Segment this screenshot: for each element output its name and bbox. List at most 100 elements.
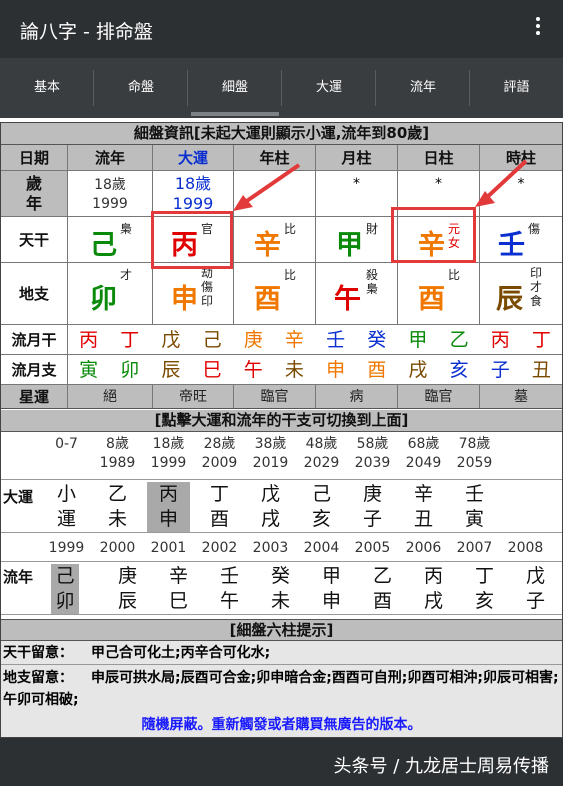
- branch-char: 酉: [254, 284, 281, 315]
- dayun-pillar[interactable]: 乙 未: [96, 482, 139, 532]
- liuyue-zhi-label: 流月支: [1, 355, 68, 384]
- dizhi-tip-text: 申辰可拱水局;辰酉可合金;卯申暗合金;酉酉可自刑;卯酉可相沖;卯辰可相害;午卯可…: [3, 670, 559, 708]
- dizhi-row: 地支 卯 才 申 劫 傷 印 酉 比 午 殺 梟 酉 比 辰 印 才 食: [1, 263, 562, 325]
- month-branch: 未: [284, 359, 304, 381]
- month-stem: 己: [202, 329, 222, 351]
- dizhi-cell[interactable]: 辰 印 才 食: [480, 263, 562, 324]
- liunian-year: 2000: [99, 540, 136, 556]
- active-tab-indicator: [191, 112, 279, 116]
- stem-char: 辛: [254, 230, 281, 261]
- tab-liunian[interactable]: 流年: [376, 58, 470, 118]
- detail-header: 細盤資訊[未起大運則顯示小運,流年到80歲]: [1, 123, 562, 145]
- dayun-pillar[interactable]: 丁 酉: [198, 482, 241, 532]
- liunian-pillar[interactable]: 癸 未: [259, 564, 302, 614]
- detail-sheet: 細盤資訊[未起大運則顯示小運,流年到80歲] 日期 流年 大運 年柱 月柱 日柱…: [0, 122, 563, 738]
- dizhi-cell[interactable]: 酉 比: [234, 263, 316, 324]
- stem-god: 梟: [120, 222, 133, 236]
- month-stem: 丁: [120, 329, 140, 351]
- dayun-pillar[interactable]: 己 亥: [300, 482, 343, 532]
- branch-gods: 比: [448, 268, 461, 282]
- month-branch: 申: [326, 359, 346, 381]
- month-stem: 壬: [326, 329, 346, 351]
- liunian-year: 2002: [201, 540, 238, 556]
- xingyun-value: 墓: [514, 389, 528, 405]
- branch-gods: 才: [120, 268, 133, 282]
- more-options-icon[interactable]: [533, 14, 543, 42]
- tab-label: 流年: [409, 80, 436, 95]
- liunian-pillar[interactable]: 辛 巳: [157, 564, 200, 614]
- month-branch: 卯: [120, 359, 140, 381]
- liunian-pillar[interactable]: 庚 辰: [106, 564, 149, 614]
- liunian-pillar[interactable]: 丁 亥: [463, 564, 506, 614]
- tab-label: 評語: [503, 80, 530, 95]
- branch-char: 卯: [90, 284, 117, 315]
- app-bar: 論八字 - 排命盤: [0, 0, 563, 58]
- month-branch: 寅: [79, 359, 99, 381]
- liunian-year: 2006: [405, 540, 442, 556]
- tab-label: 基本: [33, 80, 60, 95]
- dayun-age: 78歲 2059: [456, 436, 493, 471]
- col-hour: 時柱: [505, 149, 536, 167]
- dayun-pillar[interactable]: 庚 子: [351, 482, 394, 532]
- hour-age: *: [517, 176, 525, 192]
- dayun-pillar[interactable]: 辛 丑: [402, 482, 445, 532]
- dizhi-cell[interactable]: 酉 比: [398, 263, 480, 324]
- col-date: 日期: [1, 145, 68, 170]
- tiangan-label: 天干: [1, 217, 68, 262]
- liunian-year: 2007: [456, 540, 493, 556]
- month-age: *: [316, 171, 398, 216]
- liunian-year: 1999: [48, 540, 85, 556]
- month-stem: 丙: [490, 329, 510, 351]
- tiangan-cell[interactable]: 甲 財: [316, 217, 398, 262]
- liunian-pillar[interactable]: 乙 酉: [361, 564, 404, 614]
- tiangan-cell[interactable]: 己 梟: [68, 217, 153, 262]
- col-liunian: 流年: [68, 145, 153, 170]
- liunian-pillar[interactable]: 丙 戌: [412, 564, 455, 614]
- tiangan-row: 天干 己 梟 丙 官 辛 比 甲 財 辛 元 女 壬 傷: [1, 217, 562, 263]
- liunian-pillars-row: 流年 己 卯庚 辰辛 巳壬 午癸 未甲 申乙 酉丙 戌丁 亥戊 子: [1, 561, 562, 615]
- month-stem: 丁: [531, 329, 551, 351]
- dayun-ages-row: 0-7 8歲 1989 18歲 1999 28歲 2009 38歲 2019 48歲 20…: [1, 435, 562, 477]
- tab-basic[interactable]: 基本: [0, 58, 94, 118]
- tab-detail[interactable]: 細盤: [188, 58, 282, 118]
- xingyun-value: 絕: [68, 385, 153, 408]
- age-label: 歲 年: [1, 171, 68, 216]
- tiangan-cell[interactable]: 壬 傷: [480, 217, 562, 262]
- liunian-pillar[interactable]: 戊 子: [514, 564, 557, 614]
- dayun-age: 58歲 2039: [354, 436, 391, 471]
- stem-char: 壬: [498, 230, 525, 261]
- tiangan-tip-text: 甲己合可化土;丙辛合可化水;: [91, 645, 271, 661]
- tiangan-cell[interactable]: 辛 比: [234, 217, 316, 262]
- dayun-pillar[interactable]: 戊 戌: [249, 482, 292, 532]
- tab-chart[interactable]: 命盤: [94, 58, 188, 118]
- liunian-pillar[interactable]: 壬 午: [208, 564, 251, 614]
- month-stem: 甲: [408, 329, 428, 351]
- month-branch: 酉: [367, 359, 387, 381]
- branch-gods: 比: [284, 268, 297, 282]
- tab-comment[interactable]: 評語: [470, 58, 563, 118]
- tips-header: [細盤六柱提示]: [1, 619, 562, 641]
- liunian-years-row: 1999 2000 2001 2002 2003 2004 2005 2006 2007 2008: [1, 536, 562, 560]
- app-title: 論八字 - 排命盤: [20, 21, 153, 43]
- col-year: 年柱: [234, 145, 316, 170]
- highlight-box-dayun: [151, 211, 233, 269]
- dizhi-cell[interactable]: 卯 才: [68, 263, 153, 324]
- xingyun-row: 星運 絕 帝旺 臨官 病 臨官 墓: [1, 385, 562, 409]
- dayun-pillar[interactable]: 小 運: [45, 482, 88, 532]
- dayun-age: 68歲 2049: [405, 436, 442, 471]
- dayun-pillar[interactable]: 壬 寅: [453, 482, 496, 532]
- xingyun-value: 臨官: [234, 385, 316, 408]
- month-stem: 丙: [79, 329, 99, 351]
- dizhi-cell[interactable]: 午 殺 梟: [316, 263, 398, 324]
- liunian-pillar[interactable]: 甲 申: [310, 564, 353, 614]
- liunian-year: 2004: [303, 540, 340, 556]
- xingyun-value: 臨官: [398, 385, 480, 408]
- liunian-pillar[interactable]: 己 卯: [51, 564, 79, 614]
- stem-god: 傷: [528, 222, 541, 236]
- liunian-year: 2005: [354, 540, 391, 556]
- dizhi-cell[interactable]: 申 劫 傷 印: [153, 263, 234, 324]
- month-stem: 戊: [161, 329, 181, 351]
- ad-notice[interactable]: 隨機屏蔽。重新觸發或者購買無廣告的版本。: [1, 713, 562, 737]
- tab-dayun[interactable]: 大運: [282, 58, 376, 118]
- dayun-pillar[interactable]: 丙 申: [147, 482, 190, 532]
